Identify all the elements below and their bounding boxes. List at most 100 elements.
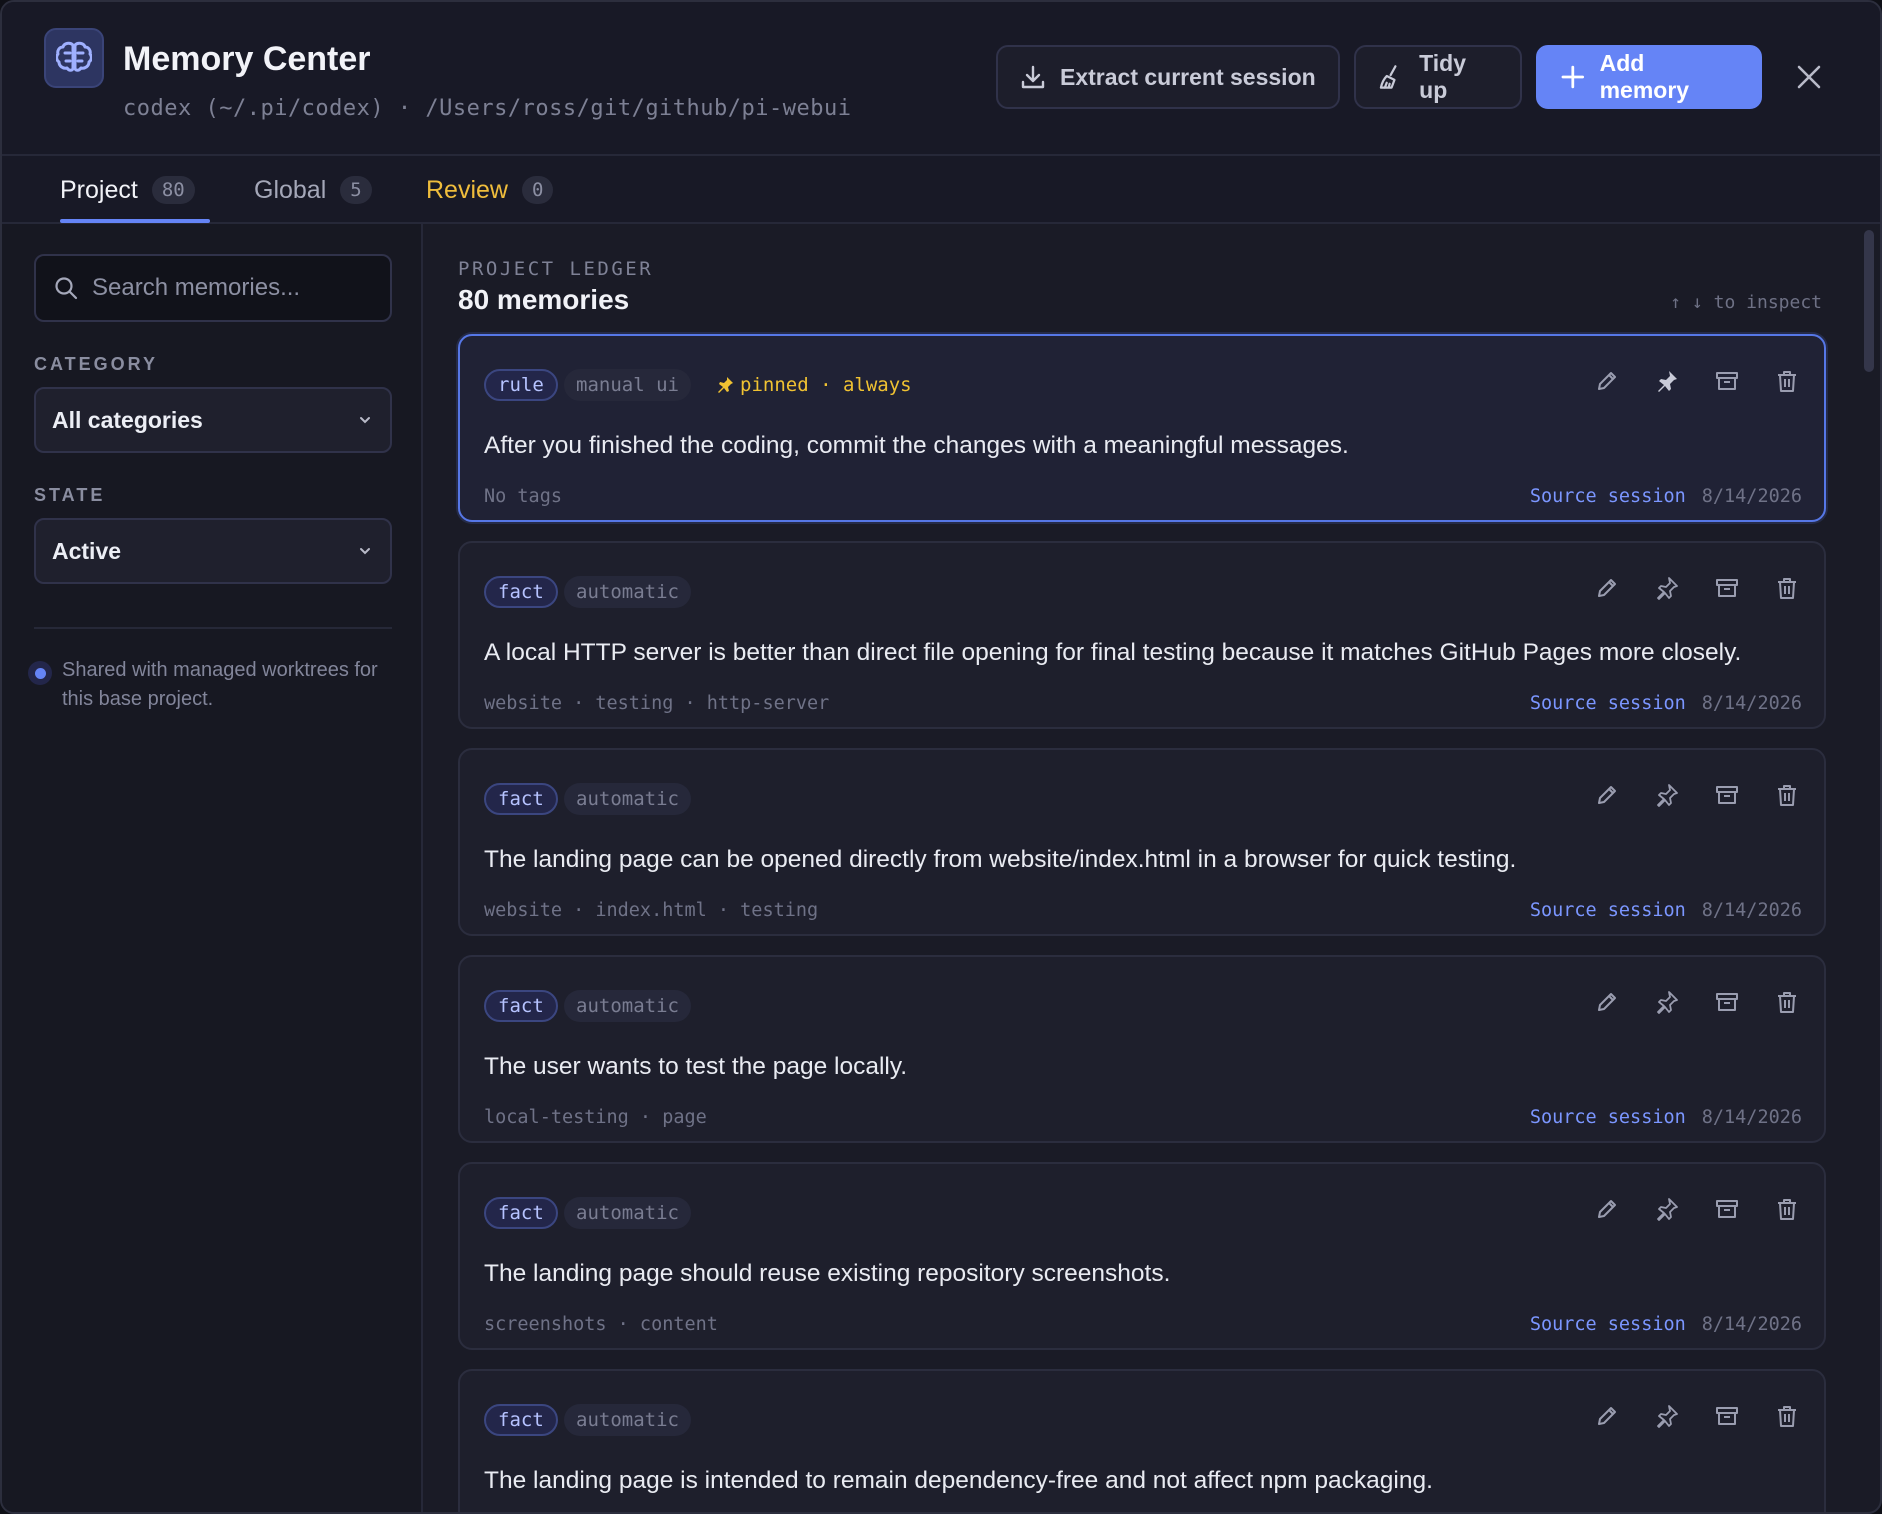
source-pill: automatic <box>564 990 691 1022</box>
memory-card[interactable]: fact automatic The user wants to test th… <box>458 955 1826 1143</box>
memory-date: 8/14/2026 <box>1701 693 1802 714</box>
tab-global[interactable]: Global 5 <box>254 156 372 224</box>
pinned-label: pinned · always <box>740 374 912 396</box>
category-pill: fact <box>484 783 558 815</box>
delete-icon[interactable] <box>1772 573 1802 603</box>
memory-meta: Source session 8/14/2026 <box>1530 1314 1802 1335</box>
category-select[interactable]: All categories <box>34 387 392 453</box>
memory-meta: Source session 8/14/2026 <box>1530 1107 1802 1128</box>
pin-icon[interactable] <box>1652 1401 1682 1431</box>
tab-bar: Project 80 Global 5 Review 0 <box>2 156 1880 224</box>
tab-review-count: 0 <box>521 176 554 204</box>
pin-icon[interactable] <box>1652 1194 1682 1224</box>
pin-icon[interactable] <box>1652 780 1682 810</box>
delete-icon[interactable] <box>1772 366 1802 396</box>
source-pill: automatic <box>564 783 691 815</box>
chevron-down-icon <box>360 548 370 555</box>
project-path: codex (~/.pi/codex) · /Users/ross/git/gi… <box>123 96 852 121</box>
delete-icon[interactable] <box>1772 780 1802 810</box>
memory-center-window: Memory Center codex (~/.pi/codex) · /Use… <box>0 0 1882 1514</box>
source-pill: automatic <box>564 576 691 608</box>
memory-meta: Source session 8/14/2026 <box>1530 693 1802 714</box>
tab-global-label: Global <box>254 175 327 204</box>
delete-icon[interactable] <box>1772 1401 1802 1431</box>
state-label: STATE <box>34 485 106 505</box>
category-pill: fact <box>484 990 558 1022</box>
memory-date: 8/14/2026 <box>1701 1314 1802 1335</box>
source-pill: automatic <box>564 1197 691 1229</box>
brain-icon <box>44 28 104 88</box>
memory-date: 8/14/2026 <box>1701 900 1802 921</box>
card-actions <box>1592 780 1802 810</box>
memory-text: The landing page should reuse existing r… <box>484 1260 1171 1287</box>
pinned-badge: pinned · always <box>716 374 912 396</box>
memory-list-panel: PROJECT LEDGER 80 memories ↑ ↓ to inspec… <box>423 224 1880 1512</box>
add-memory-button[interactable]: Add memory <box>1536 45 1762 109</box>
source-session-link[interactable]: Source session <box>1530 900 1686 921</box>
memory-meta: Source session 8/14/2026 <box>1530 900 1802 921</box>
delete-icon[interactable] <box>1772 987 1802 1017</box>
category-label: CATEGORY <box>34 354 159 374</box>
memory-text: A local HTTP server is better than direc… <box>484 639 1742 666</box>
state-select[interactable]: Active <box>34 518 392 584</box>
category-pill: rule <box>484 369 558 401</box>
memory-card[interactable]: rule manual ui pinned · always After you… <box>458 334 1826 522</box>
pin-icon[interactable] <box>1652 366 1682 396</box>
memory-meta: Source session 8/14/2026 <box>1530 486 1802 507</box>
edit-icon[interactable] <box>1592 780 1622 810</box>
source-pill: manual ui <box>564 369 691 401</box>
edit-icon[interactable] <box>1592 573 1622 603</box>
pin-icon[interactable] <box>1652 573 1682 603</box>
memory-tags: screenshots · content <box>484 1314 718 1335</box>
tab-review-label: Review <box>426 175 508 204</box>
category-pill: fact <box>484 1404 558 1436</box>
memory-card[interactable]: fact automatic The landing page should r… <box>458 1162 1826 1350</box>
edit-icon[interactable] <box>1592 987 1622 1017</box>
memory-tags: website · testing · http-server <box>484 693 830 714</box>
scrollbar-thumb[interactable] <box>1864 230 1874 372</box>
memory-card[interactable]: fact automatic The landing page can be o… <box>458 748 1826 936</box>
memory-card[interactable]: fact automatic A local HTTP server is be… <box>458 541 1826 729</box>
search-box <box>34 254 392 322</box>
pin-icon[interactable] <box>1652 987 1682 1017</box>
tab-project[interactable]: Project 80 <box>60 156 195 224</box>
memory-text: The user wants to test the page locally. <box>484 1053 908 1080</box>
delete-icon[interactable] <box>1772 1194 1802 1224</box>
add-memory-label: Add memory <box>1599 50 1690 103</box>
memory-date: 8/14/2026 <box>1701 486 1802 507</box>
edit-icon[interactable] <box>1592 366 1622 396</box>
archive-icon[interactable] <box>1712 1194 1742 1224</box>
page-title: Memory Center <box>123 40 371 78</box>
archive-icon[interactable] <box>1712 573 1742 603</box>
archive-icon[interactable] <box>1712 1401 1742 1431</box>
close-icon[interactable] <box>1790 58 1828 96</box>
tab-project-label: Project <box>60 175 138 204</box>
archive-icon[interactable] <box>1712 366 1742 396</box>
category-pill: fact <box>484 576 558 608</box>
extract-session-button[interactable]: Extract current session <box>996 45 1340 109</box>
tab-global-count: 5 <box>340 176 372 204</box>
ledger-label: PROJECT LEDGER <box>458 258 654 280</box>
source-session-link[interactable]: Source session <box>1530 1314 1686 1335</box>
plus-icon <box>1561 65 1585 89</box>
card-actions <box>1592 1401 1802 1431</box>
card-actions <box>1592 573 1802 603</box>
source-session-link[interactable]: Source session <box>1530 693 1686 714</box>
card-actions <box>1592 987 1802 1017</box>
source-session-link[interactable]: Source session <box>1530 1107 1686 1128</box>
category-pill: fact <box>484 1197 558 1229</box>
memory-count: 80 memories <box>458 284 630 315</box>
archive-icon[interactable] <box>1712 987 1742 1017</box>
memory-text: The landing page can be opened directly … <box>484 846 1517 873</box>
source-session-link[interactable]: Source session <box>1530 486 1686 507</box>
archive-icon[interactable] <box>1712 780 1742 810</box>
edit-icon[interactable] <box>1592 1401 1622 1431</box>
memory-text: The landing page is intended to remain d… <box>484 1467 1433 1494</box>
edit-icon[interactable] <box>1592 1194 1622 1224</box>
extract-session-label: Extract current session <box>1060 63 1316 90</box>
tidy-up-button[interactable]: Tidy up <box>1354 45 1522 109</box>
search-input[interactable] <box>92 274 372 302</box>
memory-card[interactable]: fact automatic The landing page is inten… <box>458 1369 1826 1512</box>
sidebar: CATEGORY All categories STATE Active Sha… <box>2 224 423 1512</box>
tab-review[interactable]: Review 0 <box>426 156 554 224</box>
